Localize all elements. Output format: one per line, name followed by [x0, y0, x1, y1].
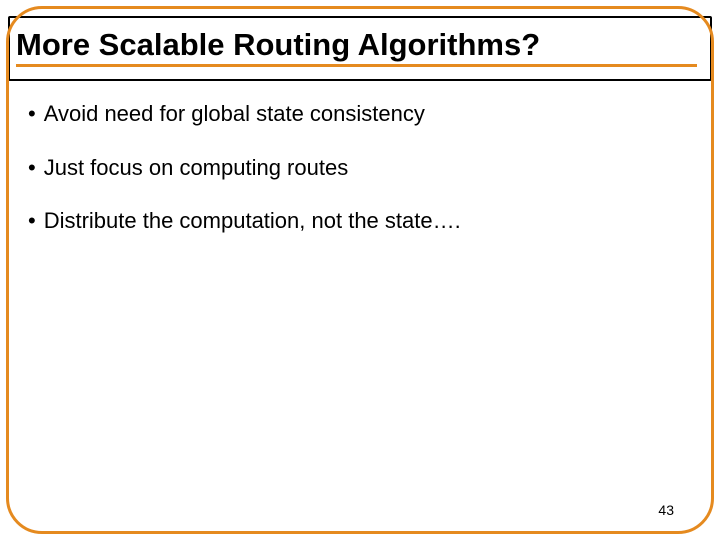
slide: More Scalable Routing Algorithms? • Avoi… [0, 0, 720, 540]
title-underline [16, 64, 697, 67]
bullet-dot-icon: • [28, 154, 36, 182]
content-area: • Avoid need for global state consistenc… [28, 100, 692, 261]
bullet-text: Distribute the computation, not the stat… [44, 207, 461, 235]
slide-title: More Scalable Routing Algorithms? [16, 28, 704, 62]
bullet-text: Just focus on computing routes [44, 154, 349, 182]
bullet-item: • Just focus on computing routes [28, 154, 692, 182]
bullet-text: Avoid need for global state consistency [44, 100, 425, 128]
bullet-dot-icon: • [28, 100, 36, 128]
page-number: 43 [658, 502, 674, 518]
slide-border [6, 6, 714, 534]
title-box: More Scalable Routing Algorithms? [8, 16, 712, 81]
bullet-item: • Avoid need for global state consistenc… [28, 100, 692, 128]
bullet-dot-icon: • [28, 207, 36, 235]
bullet-item: • Distribute the computation, not the st… [28, 207, 692, 235]
